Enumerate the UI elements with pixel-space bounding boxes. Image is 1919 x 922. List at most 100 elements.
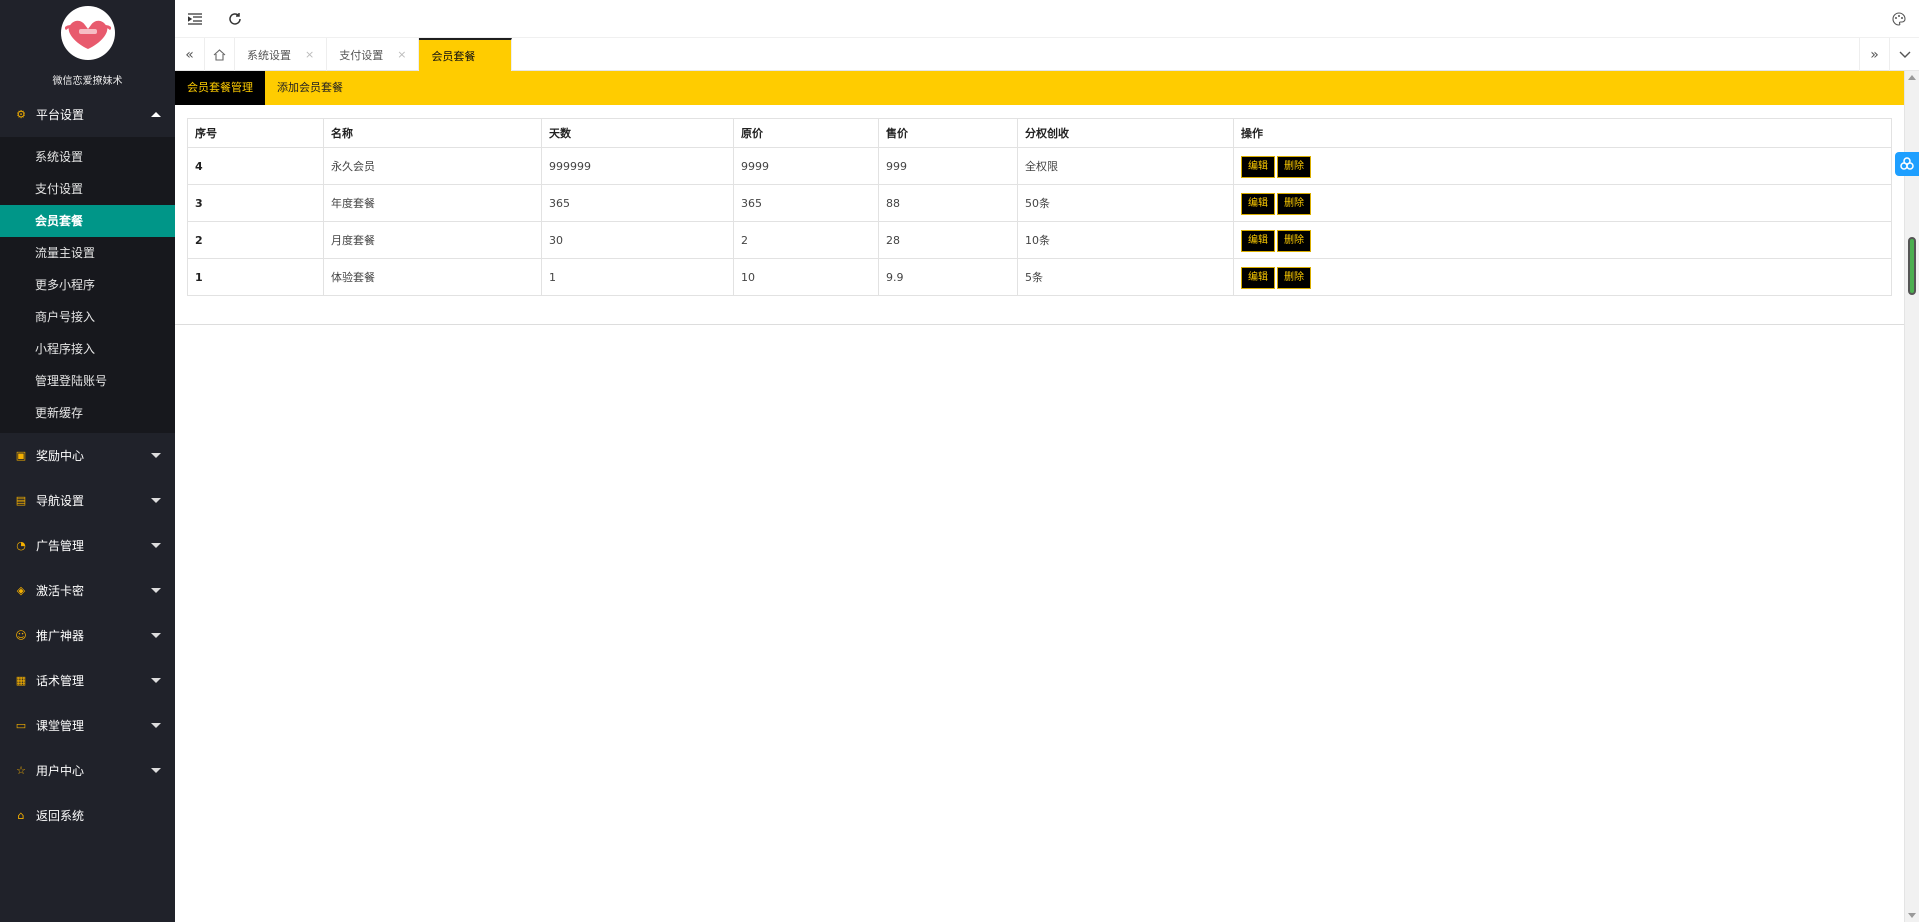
table-cell: 365 (733, 184, 879, 222)
scroll-up-icon[interactable] (1908, 75, 1916, 80)
smile-icon: ☺ (15, 629, 27, 642)
edit-button[interactable]: 编辑 (1241, 230, 1275, 252)
sidebar-group-label: 广告管理 (36, 539, 85, 553)
sidebar-group: ☆ 用户中心 (0, 748, 175, 793)
sidebar-item[interactable]: 更新缓存 (0, 397, 175, 429)
tab-list: 系统设置 × 支付设置 × 会员套餐 × (235, 38, 512, 71)
caret-down-icon (151, 498, 161, 503)
table-cell: 9.9 (878, 258, 1018, 296)
sidebar-group: ▤ 导航设置 (0, 478, 175, 523)
bus-icon: ▭ (15, 719, 27, 732)
sidebar-item[interactable]: 管理登陆账号 (0, 365, 175, 397)
caret-down-icon (151, 678, 161, 683)
sidebar-group: ◈ 激活卡密 (0, 568, 175, 613)
caret-up-icon (151, 112, 161, 117)
sidebar-group-header[interactable]: ☆ 用户中心 (0, 748, 175, 793)
sidebar-group-header[interactable]: ▦ 话术管理 (0, 658, 175, 703)
sidebar-group-header[interactable]: ◔ 广告管理 (0, 523, 175, 568)
sidebar-item[interactable]: 流量主设置 (0, 237, 175, 269)
caret-down-icon (151, 543, 161, 548)
table-cell: 999999 (541, 147, 734, 185)
sidebar-group-header[interactable]: ▣ 奖励中心 (0, 433, 175, 478)
sidebar-item[interactable]: 小程序接入 (0, 333, 175, 365)
top-header (175, 0, 1919, 38)
page-tab[interactable]: 支付设置 × (327, 38, 420, 71)
reward-icon: ▣ (15, 449, 27, 462)
row-actions: 编辑 删除 (1233, 147, 1892, 185)
column-header: 原价 (733, 118, 879, 148)
caret-down-icon (151, 588, 161, 593)
table-cell: 999 (878, 147, 1018, 185)
sidebar-group-label: 用户中心 (36, 764, 85, 778)
delete-button[interactable]: 删除 (1277, 193, 1311, 215)
tab-label: 支付设置 (339, 48, 384, 62)
column-header: 操作 (1233, 118, 1892, 148)
sidebar-menu: ⚙ 平台设置系统设置 支付设置 会员套餐 流量主设置 更多小程序 商户号接入 小程序接入 管理登… (0, 92, 175, 838)
delete-button[interactable]: 删除 (1277, 156, 1311, 178)
package-table: 序号 名称 天数 原价 售价 分权创收 操作 4 永久会员 999999 9999 999 全权限 编辑… (187, 118, 1892, 296)
sidebar-item[interactable]: 更多小程序 (0, 269, 175, 301)
edit-button[interactable]: 编辑 (1241, 267, 1275, 289)
sidebar-group-header[interactable]: ▤ 导航设置 (0, 478, 175, 523)
sidebar-group-header[interactable]: ▭ 课堂管理 (0, 703, 175, 748)
tabs-menu-button[interactable] (1889, 38, 1919, 71)
scroll-thumb[interactable] (1908, 237, 1916, 295)
column-header: 售价 (878, 118, 1018, 148)
sidebar-group-label: 奖励中心 (36, 449, 85, 463)
table-cell: 月度套餐 (323, 221, 542, 259)
page-scrollbar[interactable] (1904, 71, 1919, 922)
sidebar-group: ☺ 推广神器 (0, 613, 175, 658)
sidebar-group-header[interactable]: ◈ 激活卡密 (0, 568, 175, 613)
scroll-down-icon[interactable] (1908, 913, 1916, 918)
sidebar-group: ◔ 广告管理 (0, 523, 175, 568)
table-cell: 5条 (1017, 258, 1234, 296)
sub-tab[interactable]: 会员套餐管理 (175, 71, 265, 105)
table-cell: 1 (187, 258, 324, 296)
close-icon[interactable]: × (397, 48, 406, 61)
sidebar-group-label: 导航设置 (36, 494, 85, 508)
sidebar-group-header[interactable]: ⌂ 返回系统 (0, 793, 175, 838)
table-cell: 28 (878, 221, 1018, 259)
edit-button[interactable]: 编辑 (1241, 156, 1275, 178)
refresh-button[interactable] (215, 0, 255, 38)
close-icon[interactable]: × (305, 48, 314, 61)
delete-button[interactable]: 删除 (1277, 230, 1311, 252)
row-actions: 编辑 删除 (1233, 258, 1892, 296)
sidebar-item[interactable]: 商户号接入 (0, 301, 175, 333)
sub-tab[interactable]: 添加会员套餐 (265, 71, 355, 105)
table-cell: 永久会员 (323, 147, 542, 185)
caret-down-icon (151, 768, 161, 773)
sidebar-group: ▭ 课堂管理 (0, 703, 175, 748)
sidebar-group-header[interactable]: ⚙ 平台设置 (0, 92, 175, 137)
tab-label: 会员套餐 (431, 49, 476, 63)
row-actions: 编辑 删除 (1233, 221, 1892, 259)
home-icon: ⌂ (17, 809, 25, 822)
column-header: 天数 (541, 118, 734, 148)
table-header-row: 序号 名称 天数 原价 售价 分权创收 操作 (187, 118, 1892, 148)
table-body: 4 永久会员 999999 9999 999 全权限 编辑 删除 3 年度套餐 365 365 88 50… (187, 147, 1892, 296)
delete-button[interactable]: 删除 (1277, 267, 1311, 289)
table-cell: 9999 (733, 147, 879, 185)
table-cell: 88 (878, 184, 1018, 222)
close-icon[interactable]: × (489, 49, 498, 62)
column-header: 序号 (187, 118, 324, 148)
tabs-scroll-right-button[interactable]: » (1859, 38, 1889, 71)
sidebar: 微信恋爱撩妹术 ⚙ 平台设置系统设置 支付设置 会员套餐 流量主设置 更多小程序 商户号接入… (0, 0, 175, 922)
sidebar-item[interactable]: 支付设置 (0, 173, 175, 205)
brand-logo: 微信恋爱撩妹术 (0, 0, 175, 92)
page-tab[interactable]: 系统设置 × (235, 38, 328, 71)
edit-button[interactable]: 编辑 (1241, 193, 1275, 215)
brand-text: 微信恋爱撩妹术 (52, 76, 123, 87)
sidebar-item[interactable]: 会员套餐 (0, 205, 175, 237)
table-cell: 4 (187, 147, 324, 185)
table-row: 1 体验套餐 1 10 9.9 5条 编辑 删除 (187, 258, 1892, 296)
sidebar-item[interactable]: 系统设置 (0, 141, 175, 173)
theme-button[interactable] (1879, 0, 1919, 38)
sidebar-group-header[interactable]: ☺ 推广神器 (0, 613, 175, 658)
collapse-sidebar-button[interactable] (175, 0, 215, 38)
home-tab[interactable] (205, 38, 235, 71)
float-tool-button[interactable] (1895, 152, 1919, 176)
tabs-scroll-left-button[interactable]: « (175, 38, 205, 71)
column-header: 分权创收 (1017, 118, 1234, 148)
page-tab[interactable]: 会员套餐 × (419, 38, 512, 71)
